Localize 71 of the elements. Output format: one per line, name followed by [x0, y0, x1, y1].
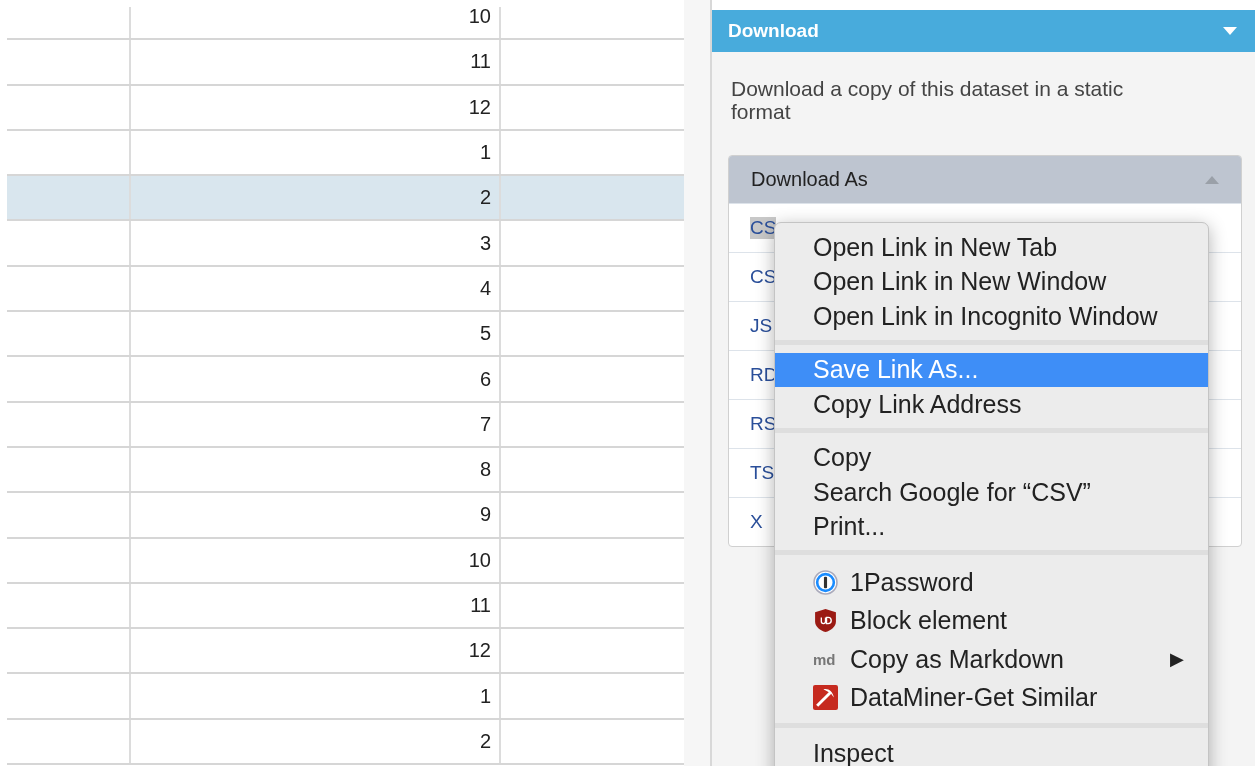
menu-item[interactable]: Open Link in New Tab	[775, 230, 1208, 265]
table-row[interactable]: 5	[7, 312, 684, 358]
shield-icon	[813, 608, 838, 634]
menu-item-label: Copy Link Address	[813, 389, 1022, 419]
menu-item-label: Print...	[813, 512, 886, 542]
table-row[interactable]: 4	[7, 266, 684, 313]
menu-item-label: Copy as Markdown	[850, 644, 1064, 674]
caret-icon	[1205, 175, 1219, 184]
table-cell: 7	[479, 412, 491, 436]
table-row[interactable]: 12	[7, 85, 684, 131]
menu-item-label: Open Link in New Window	[813, 267, 1107, 297]
table-row[interactable]: 3	[7, 221, 684, 267]
table-row[interactable]: 8	[7, 447, 684, 494]
menu-item-label: Block element	[850, 606, 1008, 636]
table-cell: 2	[479, 729, 491, 753]
table-cell: 9	[479, 503, 491, 527]
menu-item-label: Open Link in New Tab	[813, 232, 1058, 262]
menu-item[interactable]: Copy	[775, 440, 1208, 475]
download-as-title: Download As	[751, 168, 868, 191]
menu-item[interactable]: md Copy as Markdown ▶	[775, 640, 1208, 679]
table-cell: 10	[468, 548, 491, 572]
markdown-label: md	[813, 650, 837, 668]
table-row[interactable]: 10	[7, 538, 684, 584]
table-row[interactable]: 10	[7, 7, 684, 41]
table-row[interactable]: 11	[7, 583, 684, 630]
panel-description: Download a copy of this dataset in a static format	[731, 77, 1125, 123]
table-cell: 12	[468, 639, 491, 663]
menu-item-label: Copy	[813, 443, 872, 473]
format-link[interactable]: X	[750, 511, 763, 533]
table-row[interactable]: 11	[7, 40, 684, 86]
table-cell: 5	[479, 322, 491, 346]
submenu-arrow: ▶	[1170, 648, 1184, 671]
table-row[interactable]: 7	[7, 402, 684, 448]
menu-item-label: Save Link As...	[813, 355, 979, 385]
table-cell: 8	[479, 458, 491, 482]
table-cell: 11	[470, 50, 491, 74]
table-row[interactable]: 2	[7, 176, 684, 222]
format-link[interactable]: JS	[750, 315, 773, 337]
menu-item[interactable]: 1Password	[775, 563, 1208, 602]
format-link[interactable]: TS	[750, 462, 775, 484]
menu-item-label: Open Link in Incognito Window	[813, 301, 1158, 331]
pickaxe-icon	[813, 685, 838, 711]
menu-item[interactable]: Open Link in Incognito Window	[775, 299, 1208, 334]
table-cell: 3	[479, 231, 491, 255]
table-cell: 12	[468, 95, 491, 119]
keyhole-icon	[813, 569, 838, 595]
table-cell: 6	[479, 367, 491, 391]
menu-item-label: DataMiner-Get Similar	[850, 683, 1098, 713]
menu-item[interactable]: Search Google for “CSV”	[775, 475, 1208, 510]
table-cell: 10	[468, 7, 491, 29]
table-cell: 11	[470, 594, 491, 617]
menu-item[interactable]: DataMiner-Get Similar	[775, 678, 1208, 717]
menu-item[interactable]: Copy Link Address	[775, 387, 1208, 422]
menu-item[interactable]: Print...	[775, 509, 1208, 544]
caret-icon	[1223, 27, 1237, 35]
table-cell: 1	[479, 684, 491, 708]
panel-title: Download	[728, 20, 819, 42]
menu-item[interactable]: Block element	[775, 601, 1208, 640]
menu-item-label: Search Google for “CSV”	[813, 477, 1091, 507]
menu-item-label: 1Password	[850, 567, 974, 597]
table-row[interactable]: 9	[7, 493, 684, 539]
table-row[interactable]: 12	[7, 629, 684, 675]
table-row[interactable]: 2	[7, 719, 684, 766]
format-link[interactable]: CS	[750, 217, 777, 239]
table-cell: 2	[479, 186, 491, 210]
table-cell: 1	[479, 141, 491, 165]
table-cell: 4	[479, 276, 491, 300]
table-row[interactable]: 6	[7, 357, 684, 403]
download-as-header[interactable]: Download As	[729, 156, 1241, 203]
table-row[interactable]: 1	[7, 674, 684, 720]
menu-item[interactable]: Open Link in New Window	[775, 264, 1208, 299]
